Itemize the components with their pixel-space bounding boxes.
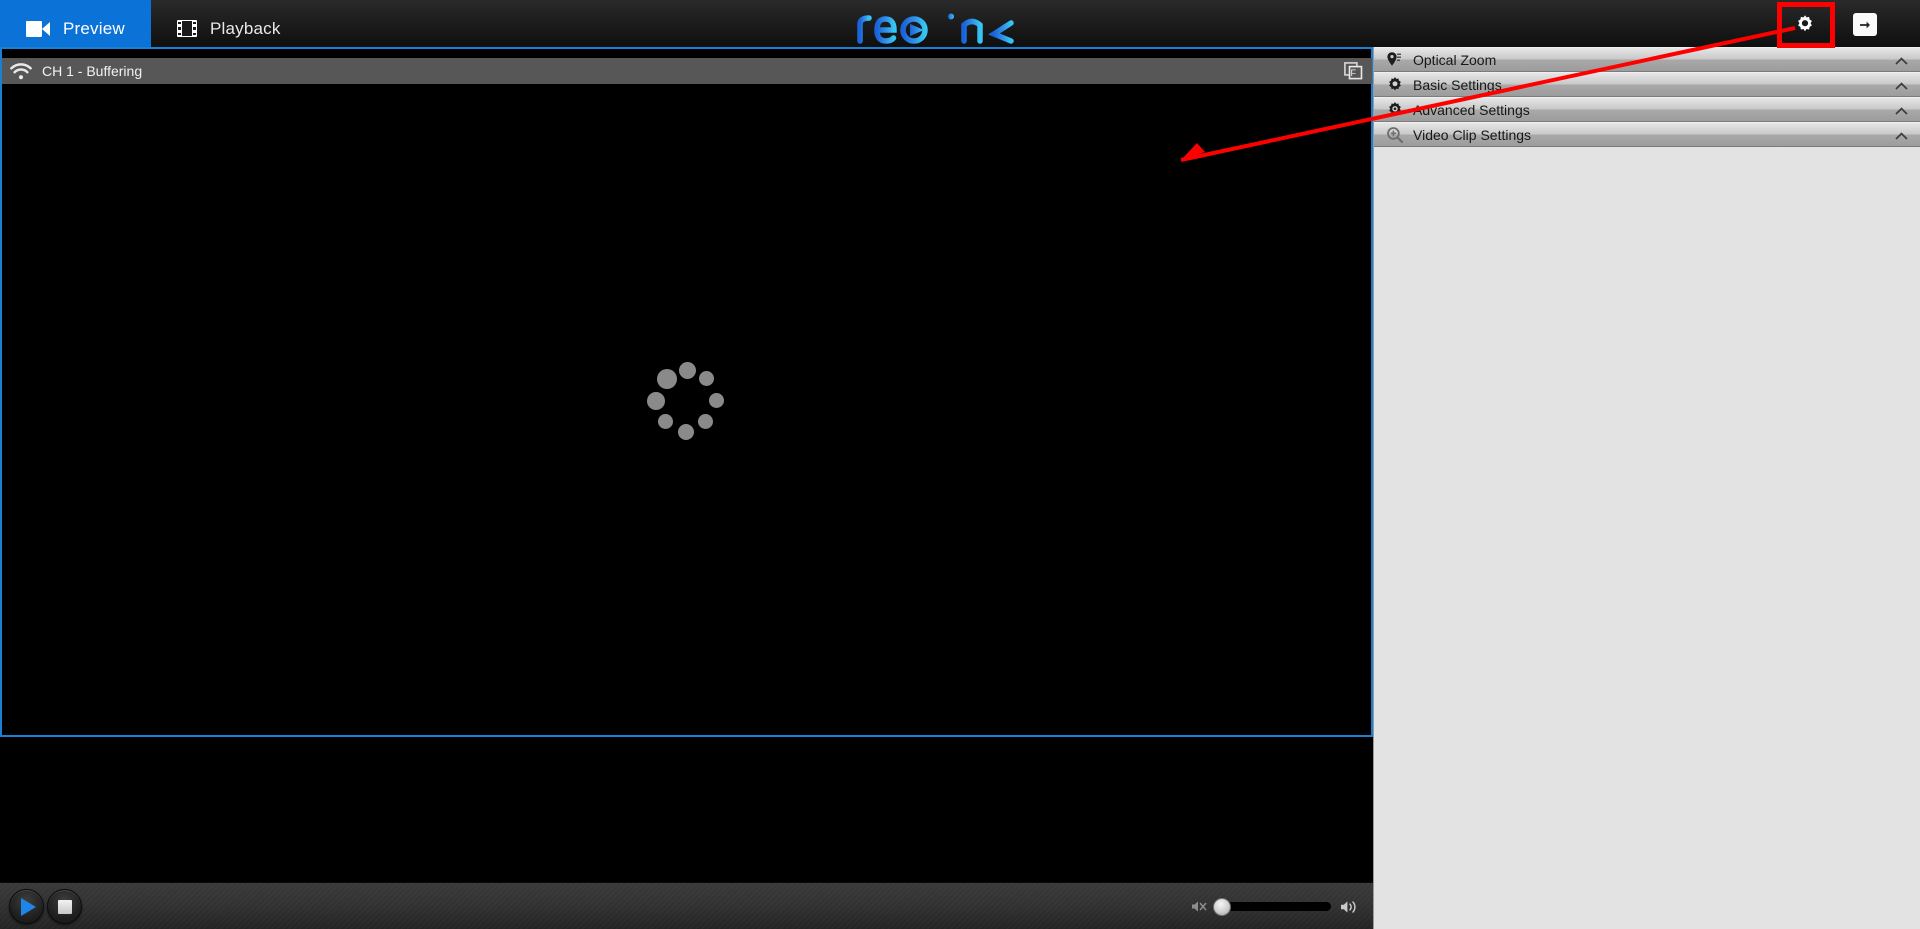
film-strip-icon	[177, 20, 197, 37]
video-camera-icon	[26, 20, 50, 37]
volume-slider[interactable]	[1213, 897, 1331, 916]
sidebar-item-advanced-settings[interactable]: Advanced Settings	[1374, 97, 1920, 122]
svg-text:F: F	[1350, 68, 1356, 78]
chevron-up-icon[interactable]	[1895, 106, 1908, 115]
sidebar-item-label: Video Clip Settings	[1413, 126, 1532, 143]
chevron-up-icon[interactable]	[1895, 56, 1908, 65]
reolink-logo	[854, 8, 1066, 48]
playback-toolbar	[0, 882, 1373, 929]
sidebar-item-video-clip-settings[interactable]: Video Clip Settings	[1374, 122, 1920, 147]
settings-sidebar: Optical Zoom Basic Settings Advanced Set…	[1373, 47, 1920, 929]
wifi-icon	[10, 62, 32, 79]
gear-icon	[1385, 75, 1404, 94]
sidebar-item-basic-settings[interactable]: Basic Settings	[1374, 72, 1920, 97]
video-panel	[0, 47, 1373, 737]
magnifier-plus-icon	[1385, 125, 1404, 144]
ptz-pin-icon	[1385, 50, 1404, 69]
channel-title: CH 1 - Buffering	[42, 63, 143, 79]
volume-controls	[1190, 883, 1359, 929]
speaker-on-icon[interactable]	[1340, 899, 1359, 915]
sidebar-item-optical-zoom[interactable]: Optical Zoom	[1374, 47, 1920, 72]
settings-button[interactable]	[1790, 10, 1820, 40]
frame-f-icon[interactable]: F	[1344, 62, 1363, 80]
loading-spinner-icon	[645, 362, 729, 446]
sidebar-item-label: Advanced Settings	[1413, 101, 1530, 118]
play-button[interactable]	[9, 889, 44, 924]
sidebar-item-label: Basic Settings	[1413, 76, 1502, 93]
exit-arrow-icon	[1859, 21, 1870, 28]
tab-playback-label: Playback	[210, 18, 281, 38]
chevron-up-icon[interactable]	[1895, 131, 1908, 140]
logout-button[interactable]	[1853, 13, 1877, 36]
sidebar-item-label: Optical Zoom	[1413, 51, 1497, 68]
app-root: Preview Playback CH 1 - Buffering F Opti…	[0, 0, 1920, 929]
stop-button[interactable]	[47, 889, 82, 924]
gear-dot-icon	[1385, 100, 1404, 119]
video-stage[interactable]	[2, 73, 1371, 735]
gear-icon	[1798, 15, 1812, 32]
play-icon	[21, 897, 36, 916]
channel-header: CH 1 - Buffering F	[2, 58, 1372, 84]
chevron-up-icon[interactable]	[1895, 81, 1908, 90]
stop-icon	[57, 899, 72, 914]
volume-slider-knob[interactable]	[1213, 897, 1231, 916]
speaker-mute-icon[interactable]	[1190, 899, 1207, 914]
tab-preview-label: Preview	[63, 18, 125, 38]
